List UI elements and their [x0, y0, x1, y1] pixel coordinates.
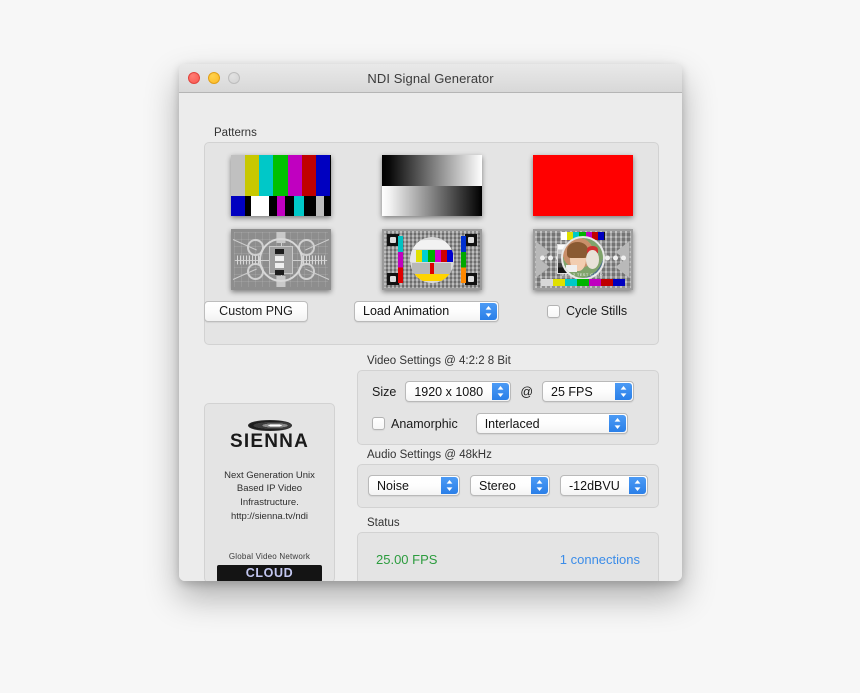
- tagline-url[interactable]: http://sienna.tv/ndi: [224, 510, 315, 524]
- window-titlebar[interactable]: NDI Signal Generator: [179, 64, 682, 93]
- pattern-thumb-gray-ramp[interactable]: [381, 155, 482, 216]
- video-settings-section: Video Settings @ 4:2:2 8 Bit Size 1920 x…: [357, 355, 659, 445]
- anamorphic-label: Anamorphic: [391, 416, 458, 431]
- status-section: Status 25.00 FPS 1 connections: [357, 517, 659, 581]
- audio-settings-group-label: Audio Settings @ 48kHz: [367, 449, 492, 461]
- chevron-updown-icon[interactable]: [492, 383, 510, 400]
- global-video-network-label: Global Video Network: [228, 551, 311, 561]
- color-bars-bottom: [230, 195, 331, 216]
- tagline-line-2: Based IP Video: [236, 483, 303, 495]
- flat-red-fill: [532, 155, 633, 216]
- video-settings-group-label: Video Settings @ 4:2:2 8 Bit: [367, 355, 511, 367]
- load-animation-popup[interactable]: Load Animation: [354, 300, 499, 322]
- tagline-line-1: Next Generation Unix: [224, 469, 315, 481]
- size-label: Size: [372, 384, 397, 399]
- custom-png-button[interactable]: Custom PNG: [204, 300, 308, 322]
- video-size-value: 1920 x 1080: [414, 384, 484, 399]
- window-content: Patterns BBC 2 TEST CARD Custom PNG Load…: [179, 93, 682, 581]
- chevron-updown-icon[interactable]: [480, 302, 497, 320]
- pm5544-graphic: [381, 229, 482, 290]
- pattern-thumb-color-bars[interactable]: [230, 155, 331, 216]
- zoom-button-icon[interactable]: [228, 72, 240, 84]
- video-scan-row: Anamorphic Interlaced: [358, 413, 658, 434]
- gray-ramp-bands: [381, 155, 482, 216]
- test-card-f-graphic: BBC 2 TEST CARD: [532, 229, 633, 290]
- anamorphic-box-icon[interactable]: [372, 417, 385, 430]
- branding-tagline: Next Generation Unix Based IP Video Infr…: [224, 469, 315, 524]
- ndi-signal-generator-window: NDI Signal Generator Patterns BBC 2 TEST…: [179, 64, 682, 581]
- scan-mode-popup[interactable]: Interlaced: [475, 413, 628, 434]
- video-size-popup[interactable]: 1920 x 1080: [405, 381, 512, 402]
- pattern-controls-row: Custom PNG Load Animation Cycle Stills: [204, 298, 659, 324]
- patterns-group-label: Patterns: [214, 127, 257, 139]
- status-group-box: 25.00 FPS 1 connections: [357, 532, 659, 581]
- chevron-updown-icon[interactable]: [441, 477, 458, 494]
- test-card-caption: BBC 2 TEST CARD: [561, 272, 604, 277]
- sienna-logo-text: SIENNA: [230, 430, 309, 452]
- audio-source-popup[interactable]: Noise: [368, 475, 460, 496]
- monoscope-graphic: [230, 229, 331, 290]
- scan-mode-value: Interlaced: [484, 416, 540, 431]
- sienna-lens-icon: [247, 420, 292, 431]
- chevron-updown-icon[interactable]: [615, 383, 633, 400]
- chevron-updown-icon[interactable]: [531, 477, 548, 494]
- pattern-thumb-test-card-f[interactable]: BBC 2 TEST CARD: [532, 229, 633, 290]
- video-fps-popup[interactable]: 25 FPS: [542, 381, 635, 402]
- traffic-light-buttons: [188, 72, 240, 84]
- video-fps-value: 25 FPS: [551, 384, 593, 399]
- status-fps-value: 25.00 FPS: [376, 552, 438, 567]
- patterns-row-top: [205, 155, 658, 216]
- audio-channels-value: Stereo: [479, 478, 516, 493]
- window-title: NDI Signal Generator: [367, 70, 494, 86]
- audio-channels-popup[interactable]: Stereo: [470, 475, 550, 496]
- at-symbol: @: [520, 384, 534, 399]
- audio-level-popup[interactable]: -12dBVU: [560, 475, 648, 496]
- patterns-row-bottom: BBC 2 TEST CARD: [205, 229, 658, 290]
- pattern-thumb-pm5544[interactable]: [381, 229, 482, 290]
- pattern-thumb-flat-red[interactable]: [532, 155, 633, 216]
- audio-settings-section: Audio Settings @ 48kHz Noise Stereo -12d…: [357, 449, 659, 508]
- color-bars-top: [230, 155, 331, 196]
- video-settings-group-box: Size 1920 x 1080 @ 25 FPS Anamorphic Int…: [357, 370, 659, 445]
- anamorphic-checkbox[interactable]: Anamorphic: [372, 417, 458, 431]
- audio-settings-group-box: Noise Stereo -12dBVU: [357, 464, 659, 508]
- load-animation-value: Load Animation: [363, 304, 450, 318]
- cycle-stills-box-icon[interactable]: [547, 304, 560, 318]
- cloud-badge[interactable]: CLOUD: [217, 564, 322, 581]
- audio-source-value: Noise: [377, 478, 409, 493]
- cycle-stills-checkbox[interactable]: Cycle Stills: [547, 304, 627, 318]
- status-group-label: Status: [367, 517, 400, 529]
- chevron-updown-icon[interactable]: [629, 477, 646, 494]
- chevron-updown-icon[interactable]: [608, 415, 626, 432]
- tagline-line-3: Infrastructure.: [240, 497, 299, 509]
- cycle-stills-label: Cycle Stills: [566, 304, 628, 318]
- video-size-row: Size 1920 x 1080 @ 25 FPS: [358, 381, 658, 402]
- close-button-icon[interactable]: [188, 72, 200, 84]
- branding-group-box: SIENNA Next Generation Unix Based IP Vid…: [204, 403, 335, 581]
- status-connections-value[interactable]: 1 connections: [560, 552, 640, 567]
- sienna-branding-panel: SIENNA Next Generation Unix Based IP Vid…: [204, 403, 335, 581]
- pattern-thumb-monoscope[interactable]: [230, 229, 331, 290]
- minimize-button-icon[interactable]: [208, 72, 220, 84]
